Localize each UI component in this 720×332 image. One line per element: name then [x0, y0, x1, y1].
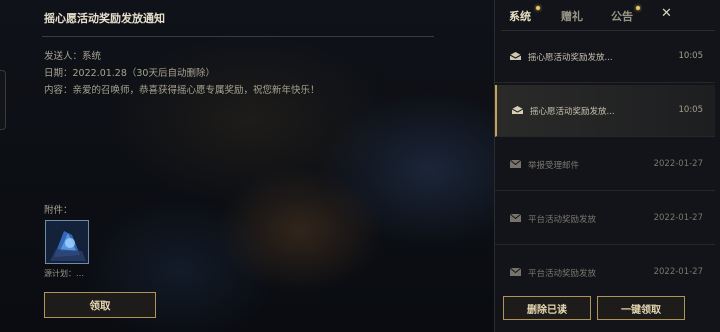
delete-read-button[interactable]: 删除已读: [503, 296, 591, 320]
mail-title: 摇心愿活动奖励发放通知: [44, 12, 165, 25]
title-divider: [42, 36, 434, 37]
tab-gift[interactable]: 赠礼: [561, 8, 583, 24]
close-icon[interactable]: ✕: [661, 6, 672, 21]
mail-time: 2022-01-27: [653, 213, 703, 223]
tab-system-dot: [536, 6, 540, 10]
mail-subject: 举报受理邮件: [528, 161, 580, 171]
attachment-label: 附件：: [44, 205, 73, 216]
mail-date: 日期：2022.01.28（30天后自动删除）: [44, 68, 215, 79]
claim-all-button[interactable]: 一键领取: [597, 296, 685, 320]
mail-subject: 摇心愿活动奖励发放...: [530, 107, 615, 117]
tab-notice-dot: [636, 6, 640, 10]
attachment-item[interactable]: [45, 220, 89, 264]
mail-item[interactable]: 举报受理邮件 2022-01-27: [495, 139, 715, 191]
panel-actions: 删除已读 一键领取: [495, 292, 720, 332]
mail-content: 内容：亲爱的召唤师，恭喜获得摇心愿专属奖励，祝您新年快乐！: [44, 85, 320, 96]
mail-item-selected[interactable]: 摇心愿活动奖励发放... 10:05: [495, 85, 715, 137]
mail-sender: 发送人：系统: [44, 51, 102, 62]
mail-subject: 摇心愿活动奖励发放...: [528, 53, 613, 63]
mail-open-icon: [511, 106, 524, 114]
mail-icon: [509, 213, 522, 222]
mail-item[interactable]: 摇心愿活动奖励发放... 10:05: [495, 31, 715, 83]
claim-button[interactable]: 领取: [44, 292, 156, 318]
tab-system[interactable]: 系统: [509, 8, 531, 24]
mail-open-icon: [509, 52, 522, 60]
mail-icon: [509, 267, 522, 276]
mail-panel: 系统 赠礼 公告 ✕ 摇心愿活动奖励发放... 10:05 摇心愿活动奖励发放.…: [494, 0, 720, 332]
mail-time: 10:05: [678, 105, 704, 115]
attachment-name: 源计划：…: [44, 269, 84, 278]
mail-subject: 平台活动奖励发放: [528, 269, 597, 279]
mail-subject: 平台活动奖励发放: [528, 215, 597, 225]
mail-list: 摇心愿活动奖励发放... 10:05 摇心愿活动奖励发放... 10:05 举报…: [495, 31, 720, 291]
left-edge-handle[interactable]: [0, 70, 6, 130]
tab-notice[interactable]: 公告: [611, 8, 633, 24]
mail-tabs: 系统 赠礼 公告 ✕: [495, 0, 720, 30]
mail-item[interactable]: 平台活动奖励发放 2022-01-27: [495, 193, 715, 245]
mail-detail: 摇心愿活动奖励发放通知 发送人：系统 日期：2022.01.28（30天后自动删…: [28, 0, 496, 332]
mail-icon: [509, 159, 522, 168]
mail-time: 2022-01-27: [653, 159, 703, 169]
mail-time: 10:05: [678, 51, 704, 61]
skin-reward-icon: [46, 221, 88, 263]
mail-time: 2022-01-27: [653, 267, 703, 277]
